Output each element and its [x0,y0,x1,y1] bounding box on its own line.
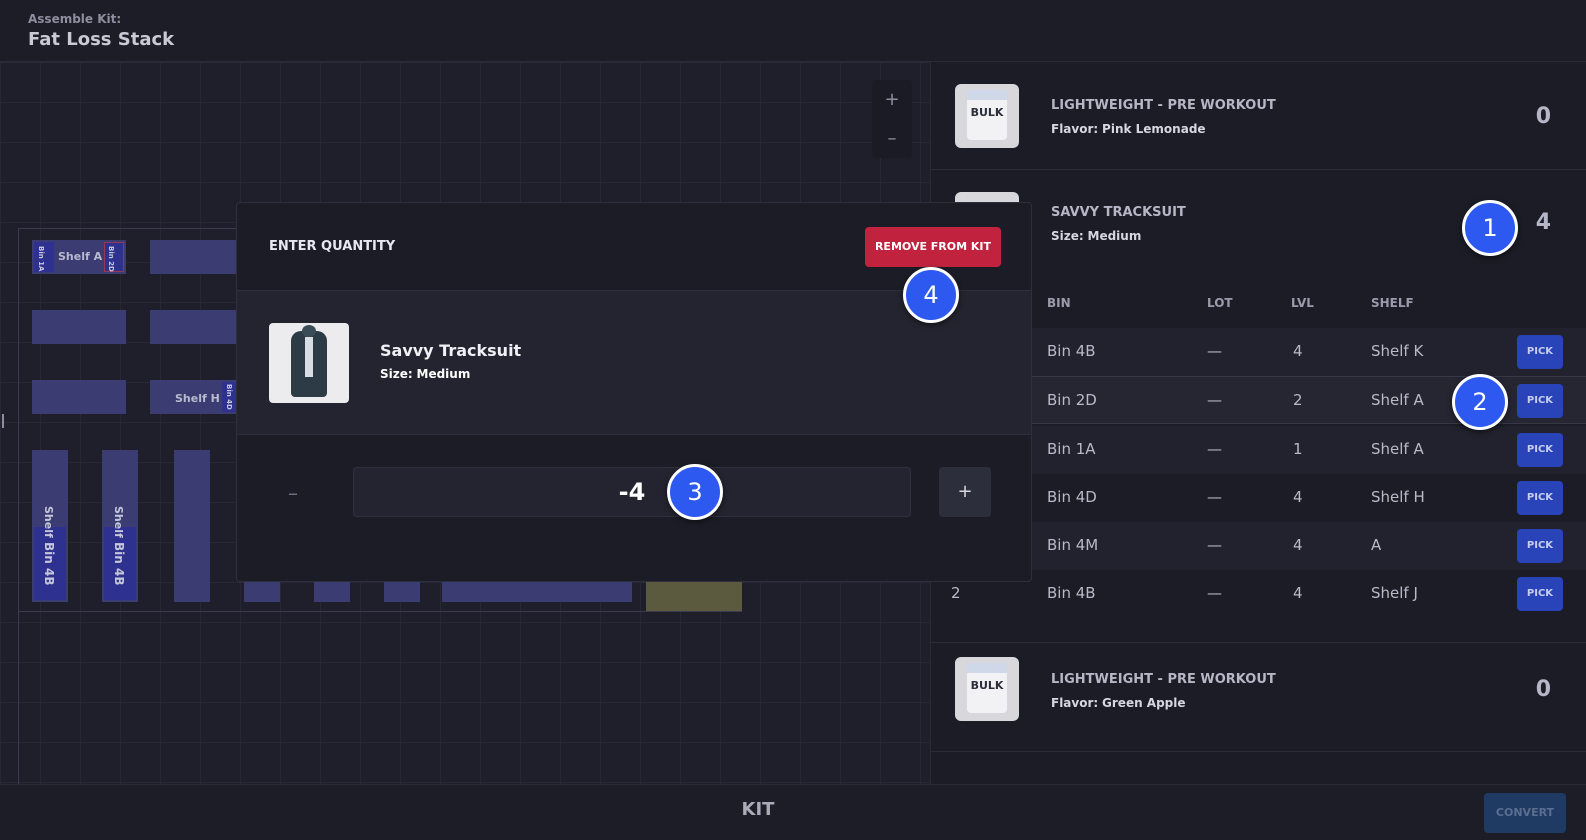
pick-button[interactable]: PICK [1517,481,1563,515]
product-attribute: Size: Medium [1051,229,1141,243]
column-header-lot: LOT [1207,296,1233,310]
bin-name: Bin 4D [1047,488,1097,506]
bin-name: Bin 2D [1047,391,1097,409]
bin-name: Bin 4B [1047,342,1096,360]
zoom-in-button[interactable]: + [872,80,912,119]
page-title: Fat Loss Stack [28,29,175,50]
vertical-shelf-2-bin: Bin 4B [112,542,126,586]
product-attribute: Flavor: Green Apple [1051,696,1186,710]
vertical-shelf-1-label: Shelf [42,506,55,538]
bin-shelf: Shelf J [1371,584,1418,602]
pick-button[interactable]: PICK [1517,335,1563,369]
zoom-controls: + – [872,80,912,158]
bin-4d-label: Bin 4D [225,384,233,410]
bin-lot: — [1207,536,1222,554]
attr-label: Flavor: [1051,122,1099,136]
attr-label: Size: [1051,229,1084,243]
bin-name: Bin 1A [1047,440,1096,458]
bin-shelf: Shelf K [1371,342,1424,360]
bin-shelf: Shelf A [1371,440,1424,458]
pick-button[interactable]: PICK [1517,384,1563,418]
annotation-marker-3: 3 [667,464,723,520]
kit-item-row[interactable]: BULK LIGHTWEIGHT - PRE WORKOUT Flavor: P… [931,62,1586,170]
bin-name: Bin 4B [1047,584,1096,602]
bin-lot: — [1207,342,1222,360]
attr-label: Size: [380,367,413,381]
bin-lot: — [1207,488,1222,506]
footer-title: KIT [741,799,775,820]
product-quantity: 0 [1535,677,1551,702]
pick-button[interactable]: PICK [1517,433,1563,467]
item-name: Savvy Tracksuit [380,341,522,360]
bin-shelf: Shelf H [1371,488,1425,506]
bin-lot: — [1207,391,1222,409]
shelf-a-label: Shelf A [58,250,103,263]
product-quantity: 4 [1535,210,1551,235]
vertical-shelf-2-label: Shelf [112,506,125,538]
zoom-out-button[interactable]: – [872,119,912,158]
product-attribute: Flavor: Pink Lemonade [1051,122,1206,136]
bin-lot: — [1207,584,1222,602]
bin-name: Bin 4M [1047,536,1099,554]
bin-shelf: A [1371,536,1382,554]
attr-value: Green Apple [1102,696,1186,710]
modal-title: ENTER QUANTITY [269,239,396,254]
bin-qty: 2 [951,584,961,602]
bin-level: 2 [1293,391,1303,409]
annotation-marker-1: 1 [1462,200,1518,256]
vertical-shelf-3[interactable] [174,450,210,602]
thumbnail-brand-text: BULK [970,679,1004,692]
column-header-lvl: LVL [1291,296,1314,310]
shelf-block[interactable] [150,240,240,274]
column-header-shelf: SHELF [1371,296,1414,310]
product-thumbnail: BULK [955,657,1019,721]
map-boundary [18,228,19,784]
bin-2d-label: Bin 2D [107,246,115,272]
map-boundary [18,228,248,229]
header-label: Assemble Kit: [28,12,122,26]
annotation-marker-2: 2 [1452,374,1508,430]
page-header: Assemble Kit: Fat Loss Stack [0,0,1586,62]
map-boundary [18,611,742,612]
thumbnail-brand-text: BULK [970,106,1004,119]
bin-lot: — [1207,440,1222,458]
attr-value: Medium [1087,229,1142,243]
product-name: SAVVY TRACKSUIT [1051,205,1186,220]
attr-value: Medium [416,367,471,381]
product-name: LIGHTWEIGHT - PRE WORKOUT [1051,672,1276,687]
convert-button[interactable]: CONVERT [1484,793,1566,833]
bin-1a-label: Bin 1A [37,246,45,272]
attr-label: Flavor: [1051,696,1099,710]
attr-value: Pink Lemonade [1102,122,1206,136]
bin-level: 4 [1293,584,1303,602]
column-header-bin: BIN [1047,296,1071,310]
item-attribute: Size: Medium [380,367,470,381]
bin-level: 1 [1293,440,1303,458]
annotation-marker-4: 4 [903,267,959,323]
decrement-button[interactable]: – [273,473,313,513]
bin-level: 4 [1293,536,1303,554]
product-quantity: 0 [1535,104,1551,129]
shelf-block[interactable] [150,310,240,344]
bin-shelf: Shelf A [1371,391,1424,409]
bin-level: 4 [1293,488,1303,506]
pick-button[interactable]: PICK [1517,529,1563,563]
quantity-modal: ENTER QUANTITY REMOVE FROM KIT Savvy Tra… [236,202,1032,582]
product-thumbnail: BULK [955,84,1019,148]
product-name: LIGHTWEIGHT - PRE WORKOUT [1051,98,1276,113]
kit-item-row[interactable]: BULK LIGHTWEIGHT - PRE WORKOUT Flavor: G… [931,642,1586,752]
shelf-block[interactable] [32,380,126,414]
pick-button[interactable]: PICK [1517,577,1563,611]
map-edge-handle [2,414,4,428]
remove-from-kit-button[interactable]: REMOVE FROM KIT [865,227,1001,267]
quantity-input[interactable] [353,467,911,517]
bin-level: 4 [1293,342,1303,360]
vertical-shelf-1-bin: Bin 4B [42,542,56,586]
product-thumbnail [269,323,349,403]
shelf-h-label: Shelf H [175,392,220,405]
shelf-block[interactable] [32,310,126,344]
page-footer: KIT CONVERT [0,784,1586,840]
increment-button[interactable]: + [939,467,991,517]
